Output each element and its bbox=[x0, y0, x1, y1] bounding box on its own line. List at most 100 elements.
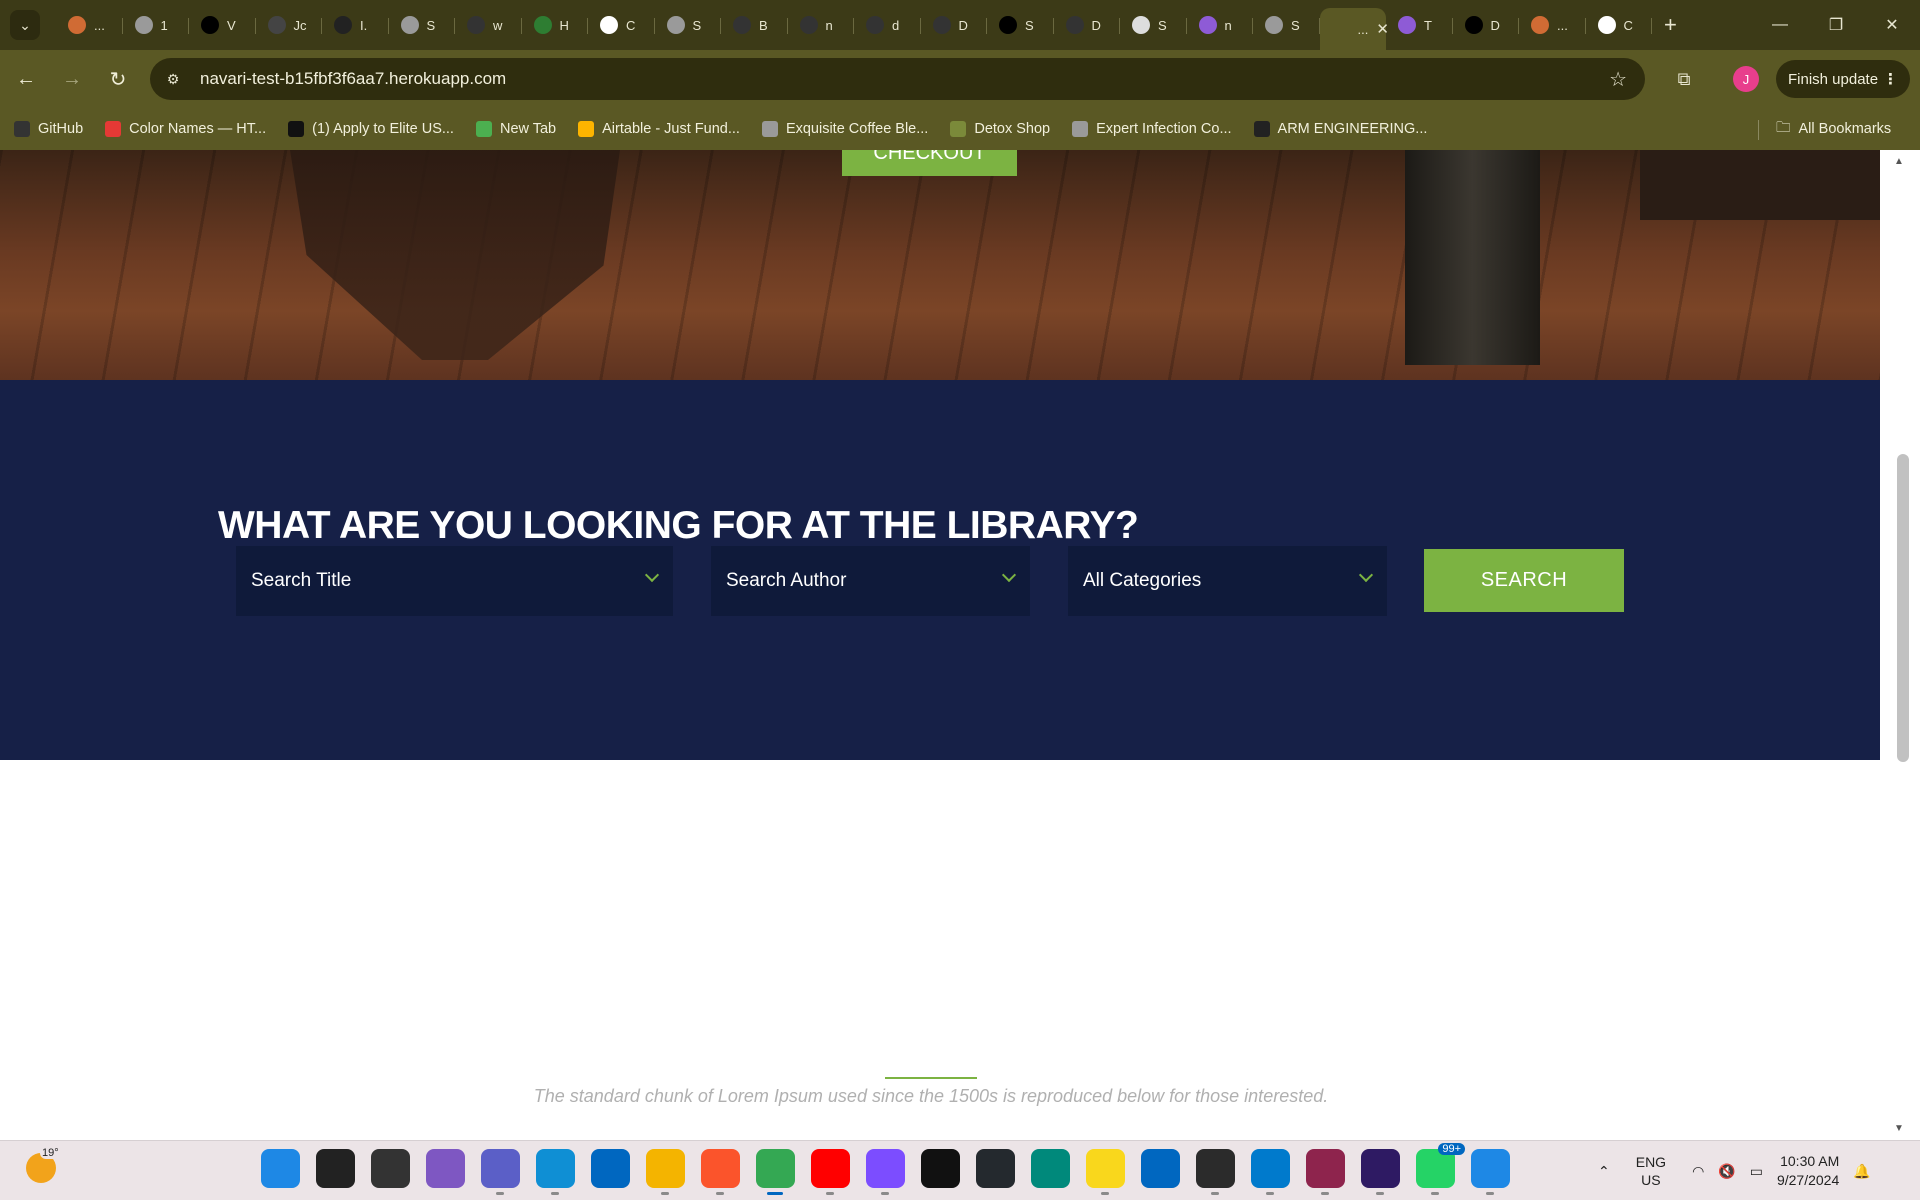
bookmark-item[interactable]: (1) Apply to Elite US... bbox=[288, 121, 454, 137]
volume-muted-icon[interactable]: 🔇 bbox=[1718, 1163, 1735, 1180]
browser-tab[interactable]: D bbox=[1054, 7, 1121, 43]
all-bookmarks-button[interactable]: 🗀 All Bookmarks bbox=[1776, 108, 1891, 150]
tab-title: D bbox=[958, 17, 968, 33]
minimize-button[interactable]: — bbox=[1752, 0, 1808, 50]
bookmark-item[interactable]: Airtable - Just Fund... bbox=[578, 121, 740, 137]
whatsapp-icon[interactable]: 99+ bbox=[1416, 1143, 1465, 1195]
bookmark-item[interactable]: Detox Shop bbox=[950, 121, 1050, 137]
scroll-thumb[interactable] bbox=[1897, 454, 1909, 762]
browser-tab[interactable]: T bbox=[1386, 7, 1453, 43]
restore-button[interactable]: ❐ bbox=[1808, 0, 1864, 50]
vscode-icon[interactable] bbox=[1251, 1149, 1290, 1195]
browser-tab[interactable]: S bbox=[389, 7, 456, 43]
browser-tab[interactable]: ... ✕ bbox=[1319, 8, 1389, 50]
browser-tab[interactable]: S bbox=[987, 7, 1054, 43]
reload-button[interactable]: ↻ bbox=[98, 59, 138, 99]
terminal-icon[interactable] bbox=[1196, 1149, 1235, 1195]
photos-icon[interactable] bbox=[1471, 1149, 1510, 1195]
checkout-button[interactable]: CHECKOUT bbox=[842, 150, 1017, 176]
browser-tab[interactable]: C bbox=[588, 7, 655, 43]
forward-button[interactable]: → bbox=[52, 59, 92, 99]
close-window-button[interactable]: ✕ bbox=[1864, 0, 1920, 50]
detox-icon bbox=[950, 121, 967, 137]
bookmark-item[interactable]: ARM ENGINEERING... bbox=[1253, 121, 1428, 137]
tab-title: ... bbox=[1557, 17, 1568, 33]
youtube-icon[interactable] bbox=[811, 1149, 850, 1195]
browser-tab[interactable]: B bbox=[721, 7, 788, 43]
search-button[interactable]: SEARCH bbox=[1424, 549, 1624, 612]
restore-icon: ❐ bbox=[1828, 17, 1844, 34]
bookmark-item[interactable]: Color Names — HT... bbox=[105, 121, 266, 137]
cabinet-shape bbox=[1405, 150, 1540, 365]
new-tab-button[interactable]: + bbox=[1664, 12, 1677, 38]
browser-tab[interactable]: V bbox=[189, 7, 256, 43]
teams-icon[interactable] bbox=[481, 1149, 520, 1195]
chrome-icon[interactable] bbox=[756, 1149, 795, 1195]
winrar-icon[interactable] bbox=[1306, 1149, 1345, 1195]
edge-icon[interactable] bbox=[536, 1149, 575, 1195]
search-author-select[interactable]: Search Author bbox=[711, 546, 1030, 616]
scroll-up-icon[interactable]: ▲ bbox=[1894, 156, 1904, 167]
browser-tab[interactable]: S bbox=[1253, 7, 1320, 43]
bookmark-label: Exquisite Coffee Ble... bbox=[785, 121, 929, 137]
copilot-icon[interactable] bbox=[426, 1149, 465, 1188]
browser-tab[interactable]: n bbox=[1187, 7, 1254, 43]
tab-title: B bbox=[759, 17, 768, 33]
browser-tab[interactable]: d bbox=[854, 7, 921, 43]
clock-check-icon[interactable] bbox=[921, 1149, 960, 1188]
bookmark-item[interactable]: Expert Infection Co... bbox=[1072, 121, 1232, 137]
sticky-notes-icon[interactable] bbox=[1086, 1149, 1125, 1195]
page-scrollbar[interactable]: ▲ ▼ bbox=[1880, 150, 1920, 1140]
bookmark-item[interactable]: Exquisite Coffee Ble... bbox=[761, 121, 929, 137]
bookmark-item[interactable]: GitHub bbox=[14, 121, 83, 137]
browser-tab[interactable]: D bbox=[921, 7, 988, 43]
meet-icon[interactable] bbox=[1031, 1149, 1070, 1188]
bookmark-label: ARM ENGINEERING... bbox=[1277, 121, 1428, 137]
chevron-up-icon[interactable]: ⌃ bbox=[1598, 1163, 1610, 1180]
browser-tab[interactable]: n bbox=[788, 7, 855, 43]
bookmark-star-icon[interactable]: ☆ bbox=[1609, 67, 1627, 92]
browser-tab[interactable]: w bbox=[455, 7, 522, 43]
tab-search-button[interactable]: ⌄ bbox=[10, 10, 40, 40]
task-view-icon[interactable] bbox=[371, 1149, 410, 1188]
profile-avatar[interactable]: J bbox=[1733, 66, 1759, 92]
category-select[interactable]: All Categories bbox=[1068, 546, 1387, 616]
browser-tab[interactable]: S bbox=[655, 7, 722, 43]
windows-start-icon[interactable] bbox=[261, 1149, 300, 1188]
finish-update-button[interactable]: Finish update ⋮ bbox=[1776, 60, 1910, 98]
browser-tab[interactable]: C bbox=[1586, 7, 1653, 43]
browser-tab[interactable]: ... bbox=[1519, 7, 1586, 43]
browser-tab[interactable]: D bbox=[1453, 7, 1520, 43]
brave-icon[interactable] bbox=[701, 1149, 740, 1195]
site-info-button[interactable]: ⚙ bbox=[158, 64, 188, 94]
wifi-icon[interactable]: ◠ bbox=[1692, 1163, 1704, 1180]
browser-tab[interactable]: Jc bbox=[256, 7, 323, 43]
search-icon[interactable] bbox=[316, 1149, 355, 1188]
browser-tab[interactable]: ... bbox=[56, 7, 123, 43]
linear-icon[interactable] bbox=[866, 1149, 905, 1195]
browser-tab[interactable]: 1 bbox=[123, 7, 190, 43]
premiere-icon[interactable] bbox=[1361, 1149, 1400, 1195]
language-indicator[interactable]: ENG US bbox=[1636, 1153, 1666, 1189]
help-icon[interactable] bbox=[1141, 1149, 1180, 1188]
store-icon[interactable] bbox=[591, 1149, 630, 1188]
browser-tab[interactable]: H bbox=[522, 7, 589, 43]
tab-title: S bbox=[1158, 17, 1167, 33]
e-logo-icon bbox=[999, 16, 1017, 34]
file-explorer-icon[interactable] bbox=[646, 1149, 685, 1195]
github-desktop-icon[interactable] bbox=[976, 1149, 1015, 1188]
bookmark-item[interactable]: New Tab bbox=[475, 121, 556, 137]
url-text[interactable]: navari-test-b15fbf3f6aa7.herokuapp.com bbox=[200, 69, 506, 89]
browser-tab[interactable]: I. bbox=[322, 7, 389, 43]
extensions-button[interactable]: ⧉ bbox=[1664, 59, 1704, 99]
scroll-down-icon[interactable]: ▼ bbox=[1894, 1123, 1904, 1134]
globe-icon bbox=[1072, 121, 1089, 137]
notification-bell-icon[interactable]: 🔔 bbox=[1853, 1163, 1870, 1180]
tab-title: H bbox=[559, 17, 569, 33]
browser-tab[interactable]: S bbox=[1120, 7, 1187, 43]
search-title-select[interactable]: Search Title bbox=[236, 546, 673, 616]
back-button[interactable]: ← bbox=[6, 59, 46, 99]
battery-icon[interactable]: ▭ bbox=[1750, 1163, 1763, 1180]
clock[interactable]: 10:30 AM 9/27/2024 bbox=[1777, 1152, 1839, 1190]
address-bar[interactable]: ⚙ navari-test-b15fbf3f6aa7.herokuapp.com… bbox=[150, 58, 1645, 100]
